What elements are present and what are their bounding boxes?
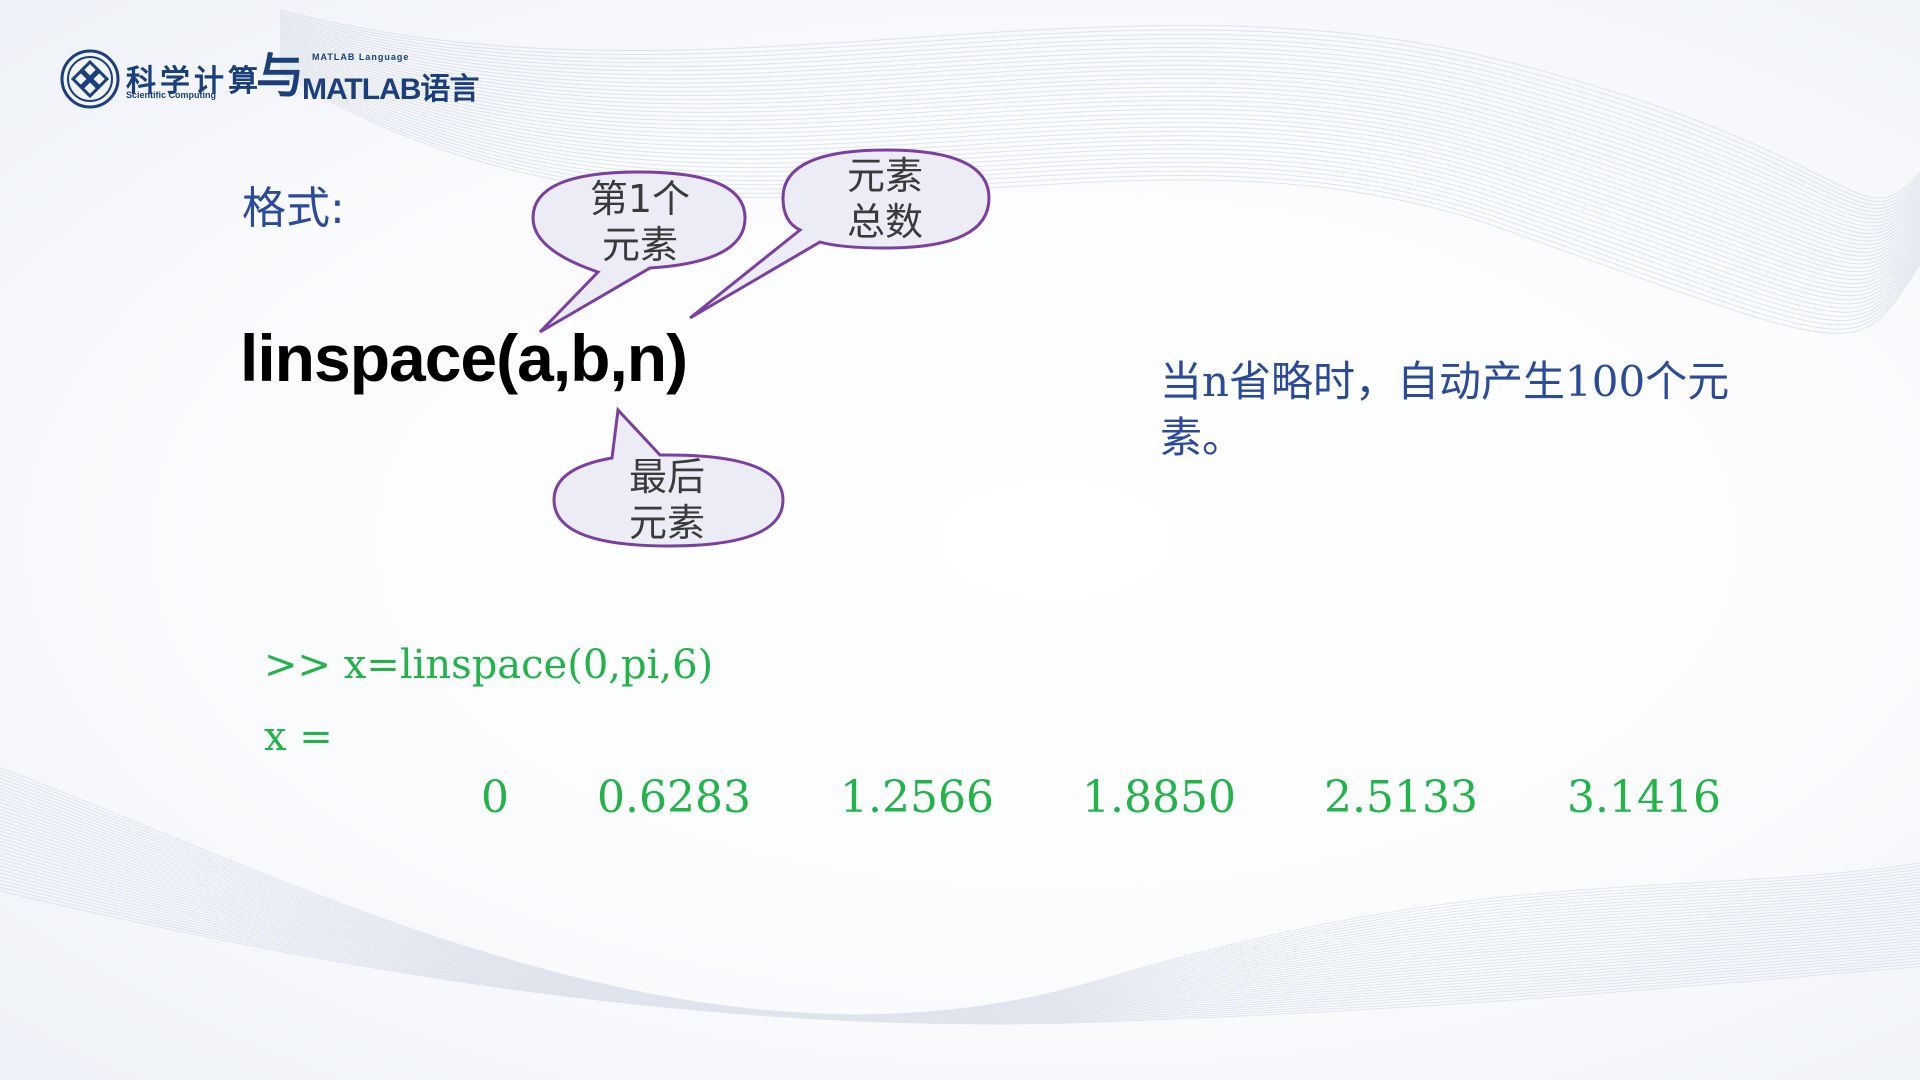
console-value: 0 — [481, 772, 509, 823]
callout-last-line1: 最后 — [628, 455, 705, 499]
slide: 科学计算 Scientific Computing 与 MATLAB Langu… — [0, 0, 1920, 1080]
console-values-row: 0 0.6283 1.2566 1.8850 2.5133 3.1416 — [264, 772, 1724, 832]
function-syntax: linspace(a,b,n) — [240, 321, 688, 395]
console-value: 0.6283 — [597, 772, 751, 823]
default-count-note: 当n省略时，自动产生100个元素。 — [1160, 357, 1730, 462]
callout-total-label: 元素 总数 — [810, 153, 960, 245]
callout-total-line1: 元素 — [846, 154, 923, 198]
callout-last-line2: 元素 — [628, 501, 705, 545]
console-value: 3.1416 — [1567, 772, 1721, 823]
callout-total-line2: 总数 — [846, 200, 923, 244]
console-variable: x = — [264, 714, 333, 760]
callout-first-line2: 元素 — [601, 223, 678, 267]
callout-first-line1: 第1个 — [589, 177, 691, 221]
console-value: 1.2566 — [840, 772, 994, 823]
callout-first-label: 第1个 元素 — [565, 176, 715, 268]
callout-bubbles — [531, 148, 991, 548]
console-value: 2.5133 — [1324, 772, 1478, 823]
console-command: >> x=linspace(0,pi,6) — [264, 642, 714, 688]
callout-last-label: 最后 元素 — [592, 454, 742, 546]
console-value: 1.8850 — [1082, 772, 1236, 823]
